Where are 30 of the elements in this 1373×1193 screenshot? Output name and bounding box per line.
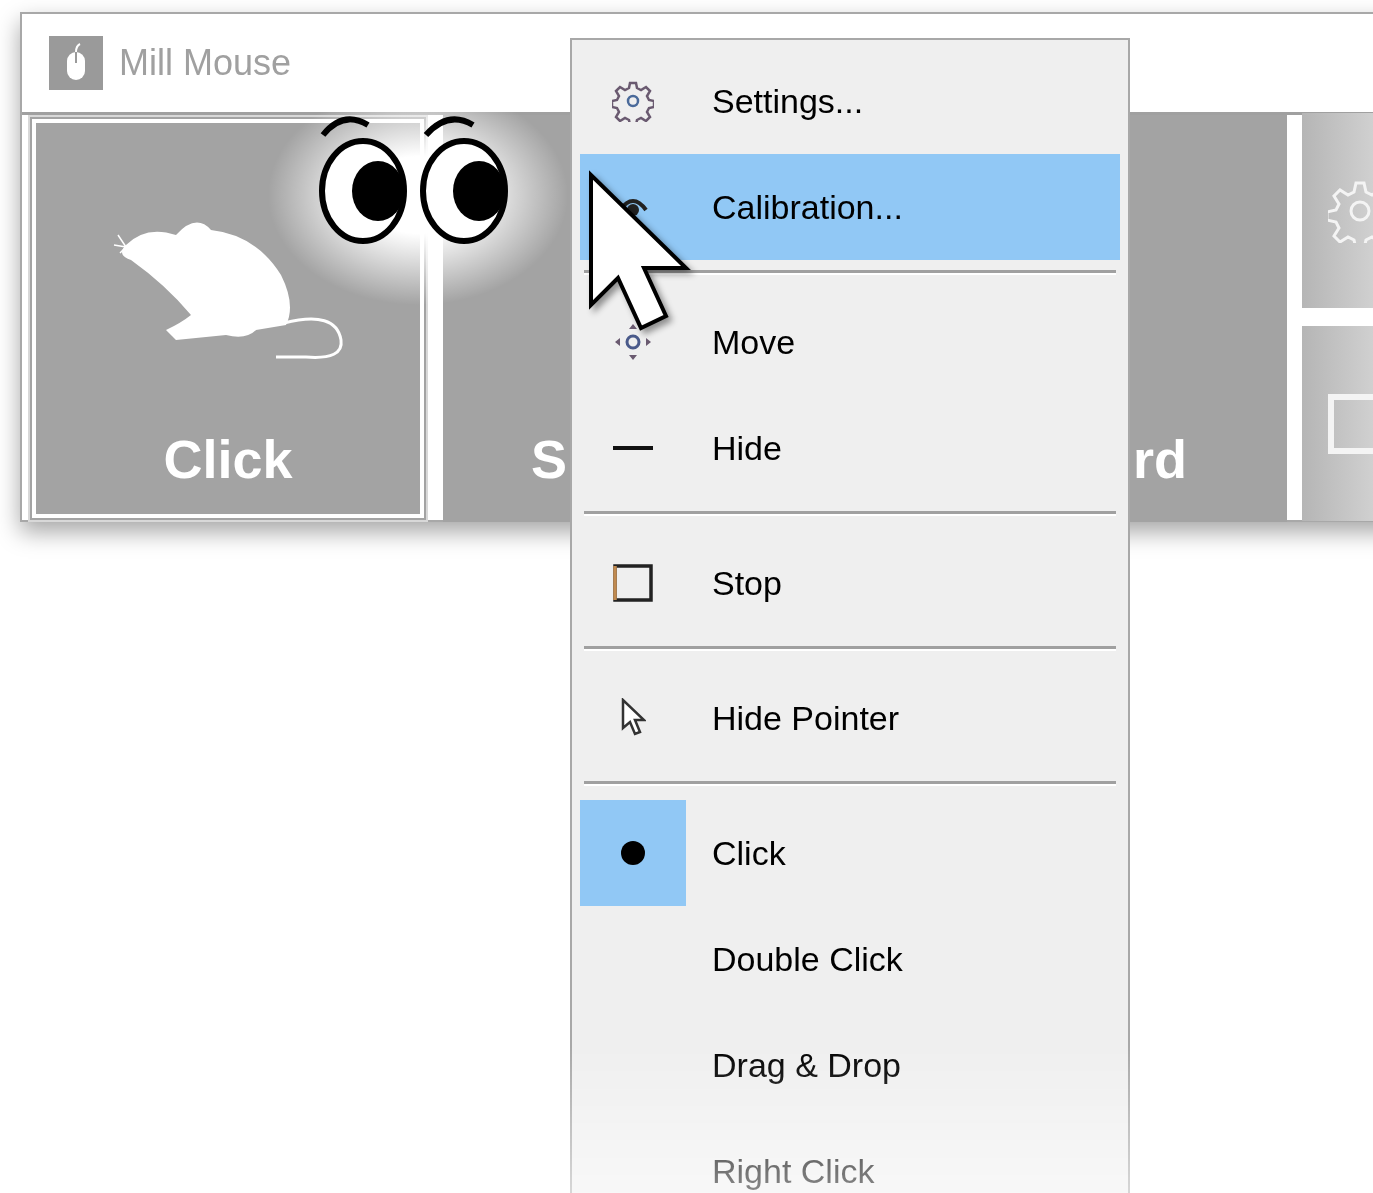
- menu-item[interactable]: Drag & Drop: [580, 1012, 1120, 1118]
- menu-label: Double Click: [712, 939, 903, 979]
- window-title: Mill Mouse: [119, 42, 292, 84]
- menu-label: Stop: [712, 563, 782, 603]
- tile-label: S: [531, 432, 568, 491]
- mouse-icon: [49, 36, 103, 90]
- menu-item[interactable]: Double Click: [580, 906, 1120, 1012]
- tile-label: rd: [1133, 432, 1187, 491]
- menu-label: Drag & Drop: [712, 1045, 901, 1085]
- menu-item[interactable]: Settings...: [580, 48, 1120, 154]
- square-icon: [613, 564, 653, 602]
- menu-label: Hide Pointer: [712, 698, 900, 738]
- menu-item[interactable]: Click: [580, 800, 1120, 906]
- pointer-icon: [620, 698, 646, 738]
- menu-item[interactable]: Calibration...: [580, 154, 1120, 260]
- menu-label: Settings...: [712, 81, 864, 121]
- menu-label: Hide: [712, 428, 782, 468]
- bullet-icon: [621, 841, 645, 865]
- menu-item[interactable]: Stop: [580, 530, 1120, 636]
- menu-label: Click: [712, 833, 786, 873]
- dash-icon: [613, 446, 653, 450]
- tile-label: Click: [163, 432, 293, 491]
- menu-item[interactable]: Hide: [580, 395, 1120, 501]
- menu-item[interactable]: Hide Pointer: [580, 665, 1120, 771]
- menu-label: Move: [712, 322, 796, 362]
- menu-label: Right Click: [712, 1151, 875, 1191]
- menu-item[interactable]: Right Click: [580, 1118, 1120, 1193]
- menu-label: Calibration...: [712, 187, 903, 227]
- gear-icon: [612, 80, 654, 122]
- menu-item[interactable]: Move: [580, 289, 1120, 395]
